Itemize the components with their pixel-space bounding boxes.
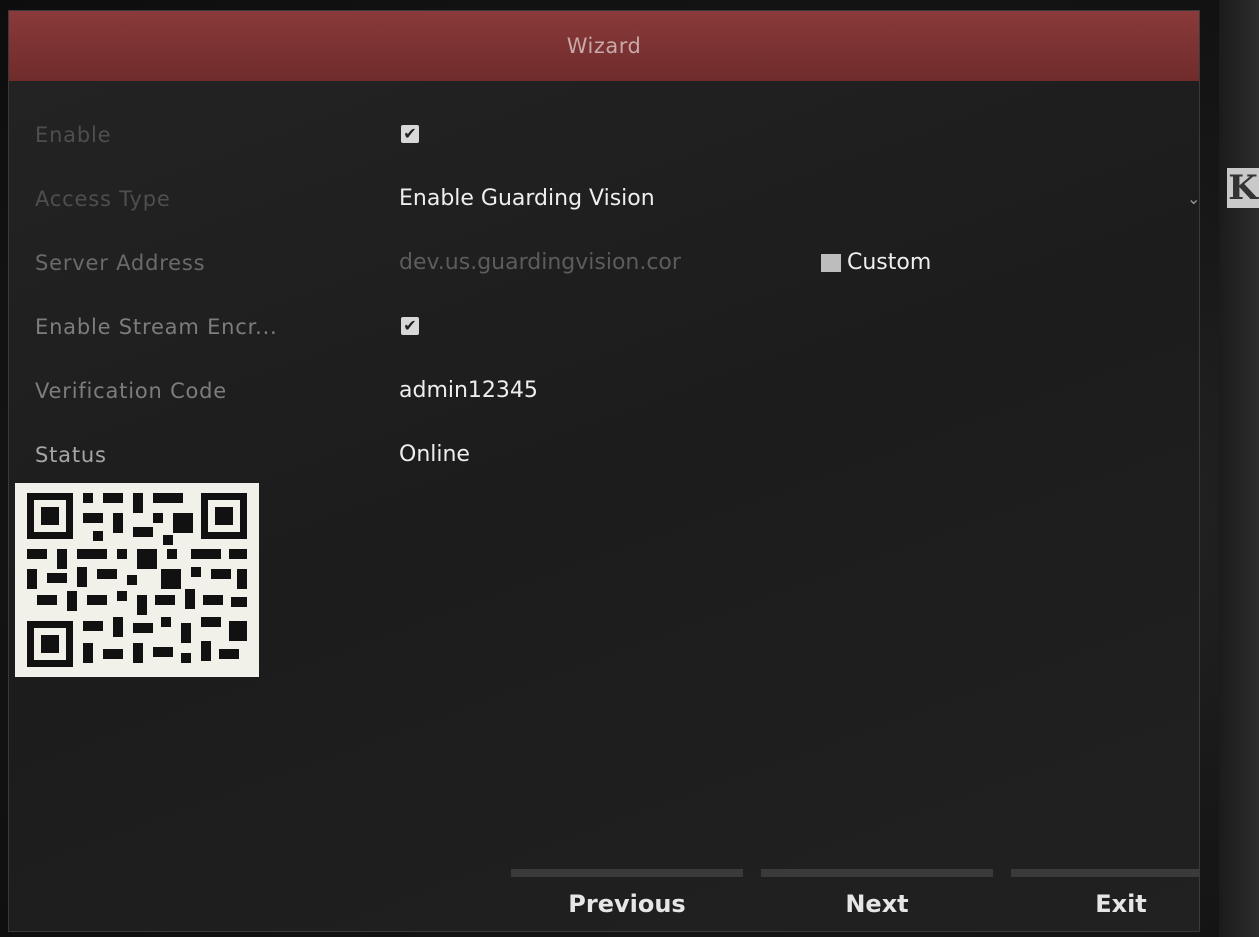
previous-button[interactable]: Previous: [511, 877, 743, 931]
qr-code-icon: [15, 483, 259, 677]
custom-label: Custom: [847, 250, 932, 275]
exit-button[interactable]: Exit: [1011, 877, 1231, 931]
verification-code-row: Verification Code admin12345: [19, 359, 1199, 423]
previous-button-bar: [511, 869, 743, 877]
enable-row: Enable ✔: [19, 103, 1199, 167]
wizard-title: Wizard: [566, 34, 642, 58]
server-address-row: Server Address dev.us.guardingvision.cor…: [19, 231, 1199, 295]
wizard-footer: Previous Next Exit: [9, 869, 1199, 931]
access-type-label: Access Type: [35, 187, 171, 211]
custom-checkbox[interactable]: [821, 254, 841, 272]
guarding-vision-form: Enable ✔ Access Type Enable Guarding Vis…: [19, 103, 1200, 487]
dvr-screen: K Wizard Enable ✔ Access Type Enable Gua…: [0, 0, 1259, 937]
status-value: Online: [399, 442, 470, 467]
wizard-title-bar: Wizard: [9, 11, 1199, 81]
chevron-down-icon[interactable]: ⌄: [1187, 167, 1200, 231]
background-panel: K: [1219, 0, 1259, 937]
stream-encryption-checkbox[interactable]: ✔: [401, 317, 419, 335]
stream-encryption-label: Enable Stream Encr...: [35, 315, 278, 339]
wizard-dialog: Wizard Enable ✔ Access Type Enable Guard…: [8, 10, 1200, 932]
access-type-row: Access Type Enable Guarding Vision ⌄: [19, 167, 1200, 231]
access-type-select[interactable]: Enable Guarding Vision: [399, 167, 655, 231]
enable-label: Enable: [35, 123, 112, 147]
status-label: Status: [35, 443, 107, 467]
next-button-bar: [761, 869, 993, 877]
qr-code-image: [15, 483, 259, 677]
next-button[interactable]: Next: [761, 877, 993, 931]
verification-code-label: Verification Code: [35, 379, 228, 403]
exit-button-bar: [1011, 869, 1199, 877]
verification-code-field[interactable]: admin12345: [399, 359, 538, 423]
status-row: Status Online: [19, 423, 1199, 487]
background-letter: K: [1227, 168, 1259, 208]
enable-checkbox[interactable]: ✔: [401, 125, 419, 143]
server-address-field[interactable]: dev.us.guardingvision.cor: [399, 231, 681, 295]
server-address-label: Server Address: [35, 251, 206, 275]
stream-encryption-row: Enable Stream Encr... ✔: [19, 295, 1199, 359]
